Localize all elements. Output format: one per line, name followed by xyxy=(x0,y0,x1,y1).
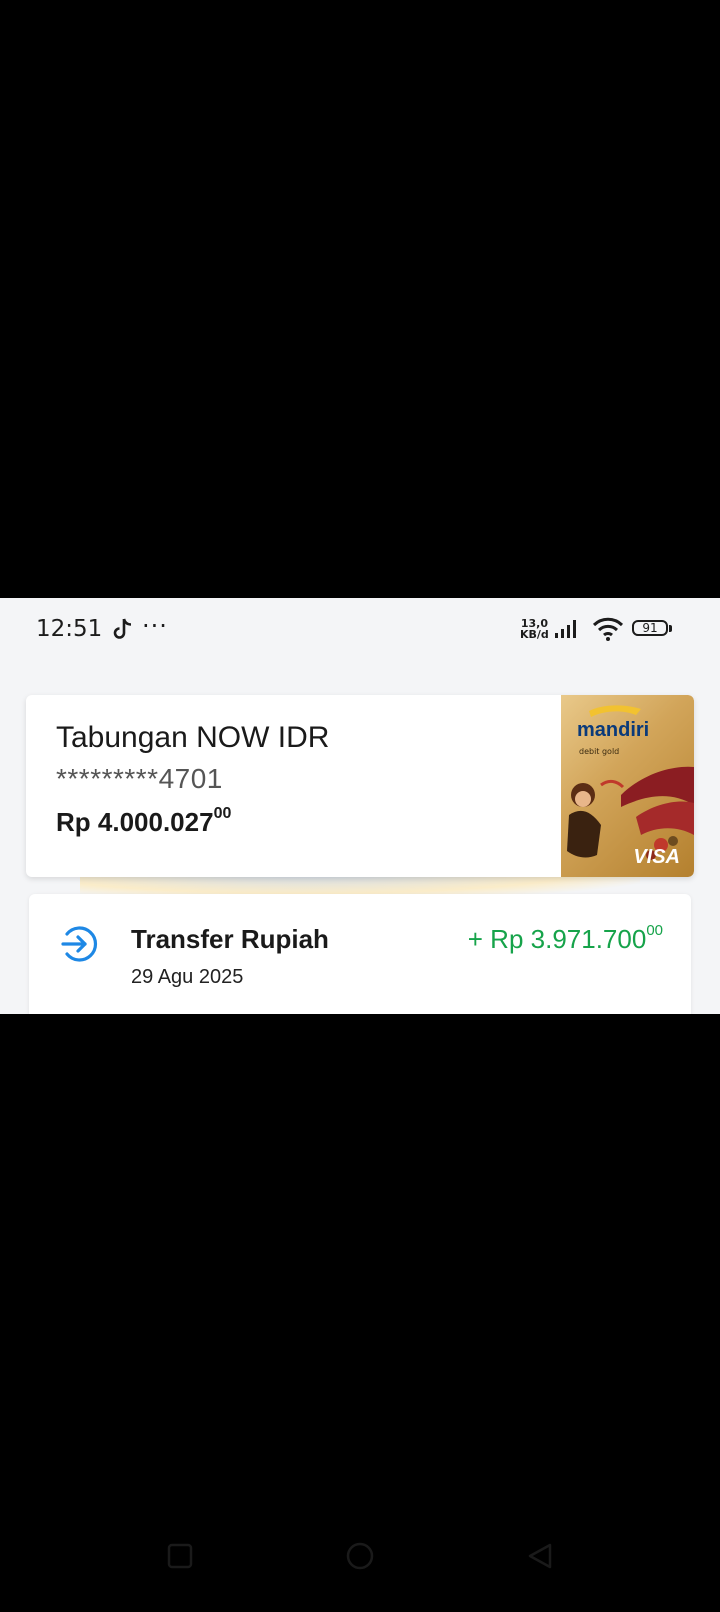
home-icon[interactable] xyxy=(344,1540,376,1572)
card-type-label: debit gold xyxy=(579,747,620,756)
battery-icon: 91 xyxy=(632,620,674,638)
more-dots-icon: ··· xyxy=(142,612,168,640)
tiktok-icon xyxy=(113,618,132,639)
app-screen: 12:51 ··· 13,0 KB/d 91 Tabungan NOW IDR … xyxy=(0,598,720,1014)
account-card[interactable]: Tabungan NOW IDR *********4701 Rp 4.000.… xyxy=(26,695,694,877)
account-balance: Rp 4.000.02700 xyxy=(56,805,232,838)
debit-card-image: mandiri debit gold VISA xyxy=(561,695,694,877)
battery-level: 91 xyxy=(632,620,668,636)
recent-apps-icon[interactable] xyxy=(164,1540,196,1572)
account-number: *********4701 xyxy=(56,763,223,794)
system-nav-bar xyxy=(0,1540,720,1590)
net-speed: 13,0 KB/d xyxy=(520,618,549,640)
amount-main: + Rp 3.971.700 xyxy=(467,924,647,954)
transaction-date: 29 Agu 2025 xyxy=(131,966,244,988)
signal-icon xyxy=(555,620,576,638)
wifi-icon xyxy=(592,617,624,641)
back-icon[interactable] xyxy=(524,1540,556,1572)
transaction-amount: + Rp 3.971.70000 xyxy=(467,922,663,955)
bank-logo-text: mandiri xyxy=(577,719,650,741)
visa-logo: VISA xyxy=(633,846,680,868)
status-time: 12:51 xyxy=(36,616,103,642)
transaction-title: Transfer Rupiah xyxy=(131,924,329,954)
net-speed-unit: KB/d xyxy=(520,628,549,641)
balance-main: Rp 4.000.027 xyxy=(56,807,214,837)
balance-cents: 00 xyxy=(213,805,232,822)
transfer-in-icon xyxy=(61,926,98,962)
transaction-row[interactable]: Transfer Rupiah 29 Agu 2025 + Rp 3.971.7… xyxy=(29,894,691,1014)
account-name: Tabungan NOW IDR xyxy=(56,721,330,754)
status-bar: 12:51 ··· 13,0 KB/d 91 xyxy=(0,598,720,662)
amount-cents: 00 xyxy=(646,922,663,939)
